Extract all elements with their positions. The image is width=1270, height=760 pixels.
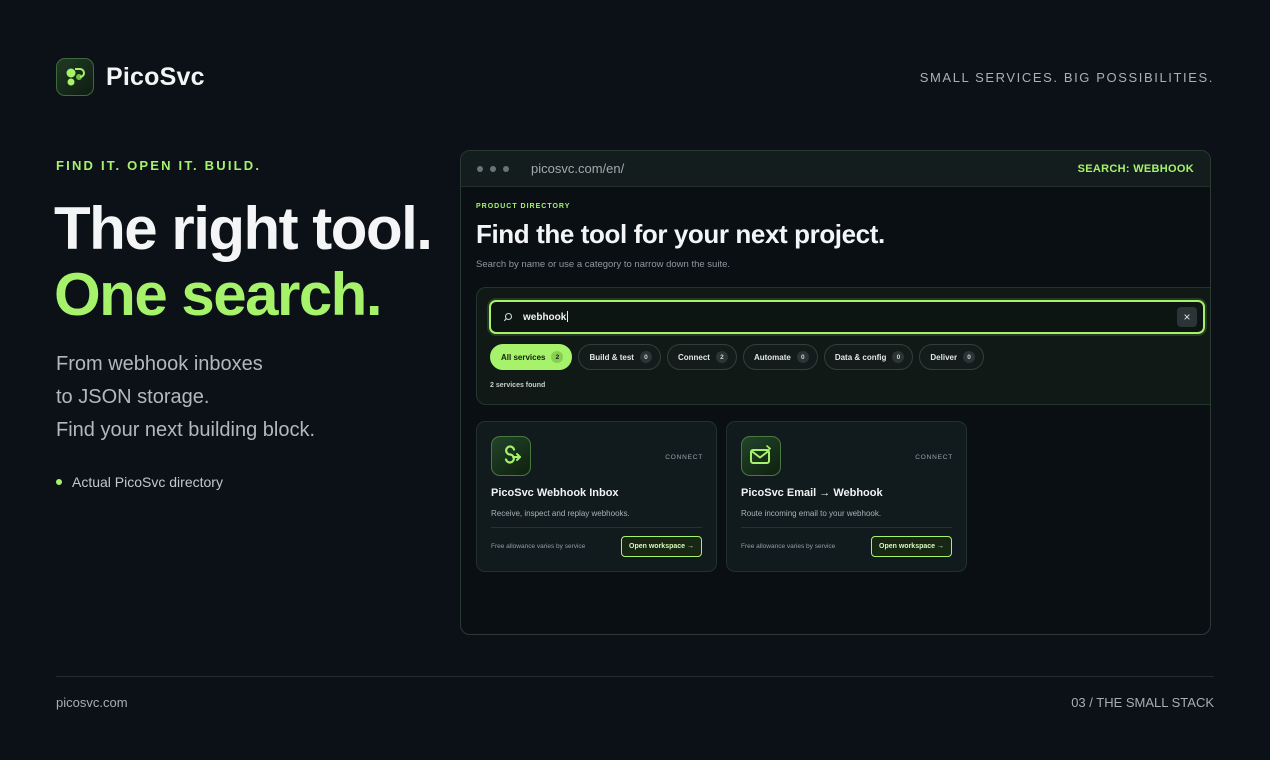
hero-subtitle-line: to JSON storage. (56, 386, 210, 408)
hero-subtitle-line: Find your next building block. (56, 419, 316, 441)
filter-chip-count: 0 (639, 351, 652, 363)
window-controls (477, 165, 509, 172)
search-panel: webhook × All services 2 Build & test 0 … (476, 287, 1210, 405)
directory-label: PRODUCT DIRECTORY (476, 203, 571, 210)
footer-domain-link[interactable]: picosvc.com (56, 695, 128, 710)
clear-search-button[interactable]: × (1177, 307, 1197, 327)
filter-chip-connect[interactable]: Connect 2 (666, 344, 737, 370)
open-workspace-button[interactable]: Open workspace → (871, 536, 952, 557)
footer-page-label: 03 / THE SMALL STACK (1071, 695, 1214, 710)
filter-chip-automate[interactable]: Automate 0 (742, 344, 818, 370)
card-footnote: Free allowance varies by service (741, 543, 836, 550)
directory-title: Find the tool for your next project. (476, 219, 885, 249)
filter-chip-all-services[interactable]: All services 2 (490, 344, 573, 370)
search-input-value: webhook (523, 311, 569, 323)
filter-chip-label: Deliver (930, 352, 958, 362)
filter-chip-label: Connect (677, 352, 710, 362)
bullet-dot-icon (56, 479, 62, 485)
hero-bullet: Actual PicoSvc directory (56, 474, 223, 490)
brand-logo[interactable]: PicoSvc (56, 58, 205, 96)
picosvc-logo-icon (56, 58, 94, 96)
filter-chip-label: All services (501, 352, 546, 362)
results-count: 2 services found (490, 382, 546, 389)
hero-subtitle: From webhook inboxes to JSON storage. Fi… (56, 348, 315, 447)
hero-headline-line2: One search. (54, 261, 383, 328)
footer-divider (56, 676, 1214, 677)
search-input[interactable]: webhook × (489, 300, 1205, 334)
filter-chip-count: 2 (715, 351, 728, 363)
hero-eyebrow: FIND IT. OPEN IT. BUILD. (56, 158, 262, 173)
card-category: CONNECT (915, 454, 953, 461)
address-bar[interactable]: picosvc.com/en/ (531, 161, 624, 176)
filter-chip-count: 2 (551, 351, 564, 363)
search-tag: SEARCH: WEBHOOK (1077, 162, 1194, 175)
filter-chip-label: Build & test (589, 352, 634, 362)
filter-chip-count: 0 (892, 351, 905, 363)
hero-bullet-text: Actual PicoSvc directory (72, 474, 223, 490)
browser-window: picosvc.com/en/ SEARCH: WEBHOOK PRODUCT … (460, 150, 1211, 635)
open-workspace-button[interactable]: Open workspace → (621, 536, 702, 557)
service-card[interactable]: CONNECT PicoSvc Email → Webhook Route in… (726, 421, 967, 572)
brand-tagline: SMALL SERVICES. BIG POSSIBILITIES. (919, 70, 1214, 85)
filter-chip-label: Automate (753, 352, 791, 362)
filter-chip-deliver[interactable]: Deliver 0 (919, 344, 985, 370)
window-dot-icon (477, 165, 483, 172)
brand-name: PicoSvc (106, 62, 205, 91)
service-card[interactable]: CONNECT PicoSvc Webhook Inbox Receive, i… (476, 421, 717, 572)
card-divider (741, 527, 952, 528)
filter-chip-count: 0 (963, 351, 976, 363)
category-filters: All services 2 Build & test 0 Connect 2 … (490, 344, 985, 370)
window-dot-icon (503, 165, 509, 172)
filter-chip-build-test[interactable]: Build & test 0 (578, 344, 661, 370)
card-title: PicoSvc Email → Webhook (741, 487, 883, 499)
email-icon (741, 436, 781, 476)
filter-chip-data-config[interactable]: Data & config 0 (823, 344, 914, 370)
card-title: PicoSvc Webhook Inbox (491, 487, 619, 499)
card-description: Route incoming email to your webhook. (741, 509, 882, 518)
webhook-icon (491, 436, 531, 476)
hero-headline-line1: The right tool. (54, 195, 433, 262)
filter-chip-label: Data & config (834, 352, 887, 362)
card-divider (491, 527, 702, 528)
card-category: CONNECT (665, 454, 703, 461)
browser-toolbar: picosvc.com/en/ SEARCH: WEBHOOK (461, 151, 1210, 187)
window-dot-icon (490, 165, 496, 172)
search-icon (501, 310, 515, 324)
card-footnote: Free allowance varies by service (491, 543, 586, 550)
filter-chip-count: 0 (796, 351, 809, 363)
card-description: Receive, inspect and replay webhooks. (491, 509, 630, 518)
directory-description: Search by name or use a category to narr… (476, 259, 730, 270)
hero-subtitle-line: From webhook inboxes (56, 353, 263, 375)
